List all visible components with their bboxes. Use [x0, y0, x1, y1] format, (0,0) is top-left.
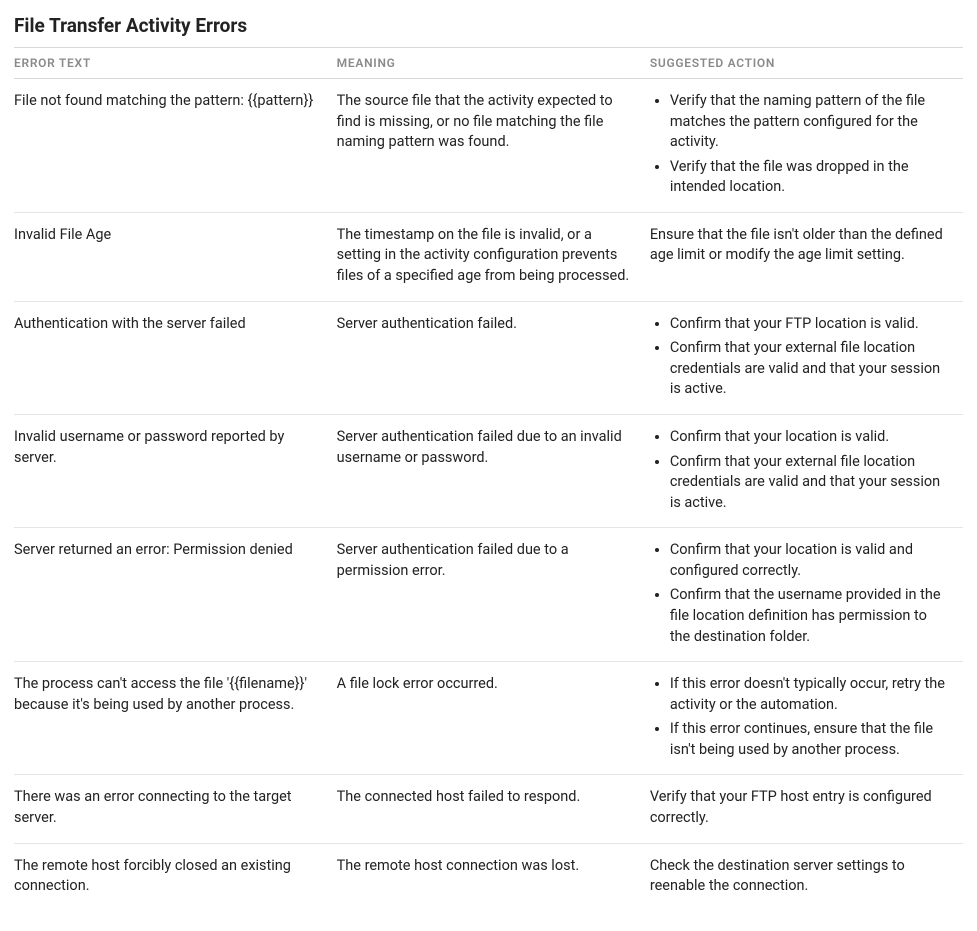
- action-list-item: Confirm that your external file location…: [670, 452, 949, 514]
- action-list-item: Verify that the naming pattern of the fi…: [670, 91, 949, 153]
- cell-suggested-action: Confirm that your location is valid and …: [650, 528, 963, 662]
- cell-suggested-action: Verify that your FTP host entry is confi…: [650, 775, 963, 843]
- cell-error-text: The process can't access the file '{{fil…: [14, 662, 337, 775]
- action-list-item: Confirm that your location is valid and …: [670, 540, 949, 581]
- column-header-suggested-action: SUGGESTED ACTION: [650, 48, 963, 79]
- cell-meaning: Server authentication failed.: [337, 301, 650, 414]
- action-list: If this error doesn't typically occur, r…: [650, 674, 949, 760]
- cell-meaning: The timestamp on the file is invalid, or…: [337, 212, 650, 301]
- table-row: Invalid username or password reported by…: [14, 414, 963, 527]
- cell-error-text: Server returned an error: Permission den…: [14, 528, 337, 662]
- errors-table: ERROR TEXT MEANING SUGGESTED ACTION File…: [14, 47, 963, 911]
- cell-meaning: The connected host failed to respond.: [337, 775, 650, 843]
- table-row: The process can't access the file '{{fil…: [14, 662, 963, 775]
- cell-meaning: The remote host connection was lost.: [337, 843, 650, 911]
- action-list-item: Confirm that your external file location…: [670, 338, 949, 400]
- table-row: There was an error connecting to the tar…: [14, 775, 963, 843]
- cell-suggested-action: Check the destination server settings to…: [650, 843, 963, 911]
- action-list: Verify that the naming pattern of the fi…: [650, 91, 949, 198]
- cell-meaning: Server authentication failed due to an i…: [337, 414, 650, 527]
- cell-error-text: File not found matching the pattern: {{p…: [14, 79, 337, 213]
- cell-error-text: Authentication with the server failed: [14, 301, 337, 414]
- action-list-item: If this error doesn't typically occur, r…: [670, 674, 949, 715]
- cell-suggested-action: Ensure that the file isn't older than th…: [650, 212, 963, 301]
- cell-suggested-action: Confirm that your location is valid. Conf…: [650, 414, 963, 527]
- action-list-item: Confirm that your FTP location is valid.: [670, 314, 949, 335]
- cell-meaning: Server authentication failed due to a pe…: [337, 528, 650, 662]
- cell-error-text: There was an error connecting to the tar…: [14, 775, 337, 843]
- table-row: The remote host forcibly closed an exist…: [14, 843, 963, 911]
- action-list-item: Verify that the file was dropped in the …: [670, 157, 949, 198]
- action-list: Confirm that your location is valid and …: [650, 540, 949, 647]
- cell-suggested-action: Verify that the naming pattern of the fi…: [650, 79, 963, 213]
- cell-error-text: The remote host forcibly closed an exist…: [14, 843, 337, 911]
- cell-meaning: The source file that the activity expect…: [337, 79, 650, 213]
- page-title: File Transfer Activity Errors: [14, 14, 963, 37]
- action-list-item: Confirm that your location is valid.: [670, 427, 949, 448]
- column-header-meaning: MEANING: [337, 48, 650, 79]
- cell-suggested-action: Confirm that your FTP location is valid.…: [650, 301, 963, 414]
- table-row: File not found matching the pattern: {{p…: [14, 79, 963, 213]
- action-list-item: Confirm that the username provided in th…: [670, 585, 949, 647]
- cell-meaning: A file lock error occurred.: [337, 662, 650, 775]
- cell-error-text: Invalid File Age: [14, 212, 337, 301]
- table-header-row: ERROR TEXT MEANING SUGGESTED ACTION: [14, 48, 963, 79]
- table-row: Server returned an error: Permission den…: [14, 528, 963, 662]
- action-list-item: If this error continues, ensure that the…: [670, 719, 949, 760]
- action-list: Confirm that your FTP location is valid.…: [650, 314, 949, 400]
- cell-error-text: Invalid username or password reported by…: [14, 414, 337, 527]
- cell-suggested-action: If this error doesn't typically occur, r…: [650, 662, 963, 775]
- column-header-error-text: ERROR TEXT: [14, 48, 337, 79]
- table-row: Invalid File AgeThe timestamp on the fil…: [14, 212, 963, 301]
- action-list: Confirm that your location is valid. Conf…: [650, 427, 949, 513]
- table-row: Authentication with the server failedSer…: [14, 301, 963, 414]
